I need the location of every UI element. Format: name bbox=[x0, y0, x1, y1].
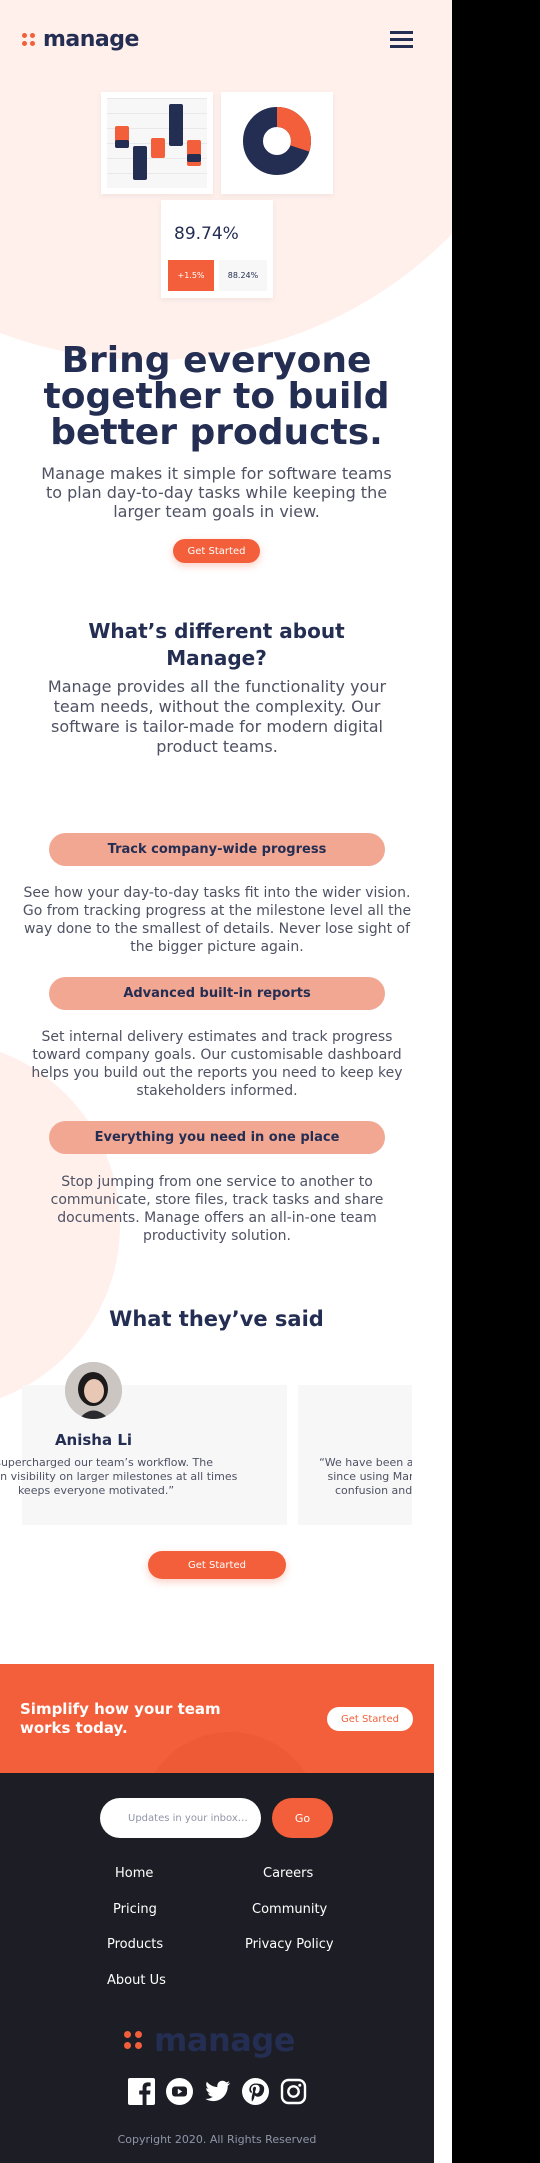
testimonial-quote: s supercharged our team’s workflow. The … bbox=[0, 1456, 238, 1497]
avatar bbox=[65, 1362, 122, 1419]
header-logo[interactable]: manage bbox=[22, 27, 139, 52]
testimonial-card bbox=[22, 1385, 287, 1525]
bar-chart-bar-cap bbox=[115, 140, 129, 148]
footer-link-careers[interactable]: Careers bbox=[263, 1866, 313, 1881]
social-links bbox=[128, 2078, 307, 2105]
hamburger-icon[interactable] bbox=[390, 31, 413, 48]
bar-chart-bar bbox=[133, 146, 147, 180]
instagram-icon[interactable] bbox=[280, 2078, 307, 2105]
footer-link-privacy[interactable]: Privacy Policy bbox=[245, 1937, 334, 1952]
copyright: Copyright 2020. All Rights Reserved bbox=[117, 2133, 317, 2146]
feature-title-3: Everything you need in one place bbox=[49, 1121, 385, 1154]
feature-title-2: Advanced built-in reports bbox=[49, 977, 385, 1010]
cta-band: Simplify how your team works today. Get … bbox=[0, 1664, 434, 1773]
different-title: What’s different about Manage? bbox=[88, 619, 345, 670]
cta-decoration bbox=[140, 1732, 320, 1773]
testimonials-get-started-button[interactable]: Get Started bbox=[148, 1551, 286, 1579]
bar-chart-card bbox=[101, 92, 213, 194]
footer-link-home[interactable]: Home bbox=[115, 1866, 153, 1881]
stat-main: 89.74% bbox=[174, 224, 239, 244]
footer-link-products[interactable]: Products bbox=[107, 1937, 163, 1952]
youtube-icon[interactable] bbox=[166, 2078, 193, 2105]
twitter-icon[interactable] bbox=[204, 2078, 231, 2105]
go-button[interactable]: Go bbox=[272, 1798, 333, 1838]
newsletter-input[interactable] bbox=[100, 1798, 261, 1838]
footer-link-community[interactable]: Community bbox=[252, 1902, 327, 1917]
feature-text-2: Set internal delivery estimates and trac… bbox=[31, 1029, 403, 1099]
logo-mark-icon bbox=[22, 33, 35, 46]
get-started-button[interactable]: Get Started bbox=[173, 539, 260, 563]
stat-delta: +1.5% bbox=[168, 260, 214, 291]
footer-link-about[interactable]: About Us bbox=[107, 1973, 166, 1988]
facebook-icon[interactable] bbox=[128, 2078, 155, 2105]
cta-text: Simplify how your team works today. bbox=[20, 1700, 221, 1737]
logo-text: manage bbox=[43, 27, 139, 52]
feature-title-1: Track company-wide progress bbox=[49, 833, 385, 866]
stat-secondary: 88.24% bbox=[219, 260, 267, 291]
different-text: Manage provides all the functionality yo… bbox=[47, 677, 387, 756]
testimonial-name: Anisha Li bbox=[54, 1431, 133, 1449]
bar-chart-bar bbox=[151, 138, 165, 158]
footer-link-pricing[interactable]: Pricing bbox=[113, 1902, 157, 1917]
testimonials-title: What they’ve said bbox=[109, 1307, 324, 1331]
donut-chart bbox=[243, 107, 311, 175]
footer-logo-mark-icon bbox=[124, 2031, 142, 2049]
stat-card: 89.74% +1.5% 88.24% bbox=[161, 200, 273, 298]
hero-title: Bring everyone together to build better … bbox=[43, 340, 390, 453]
footer: Go Home Pricing Products About Us Career… bbox=[0, 1773, 434, 2163]
page: manage 89.74% +1.5% 88.24% Bring everyon… bbox=[0, 0, 452, 2163]
testimonial-card bbox=[298, 1385, 412, 1525]
pinterest-icon[interactable] bbox=[242, 2078, 269, 2105]
feature-text-3: Stop jumping from one service to another… bbox=[50, 1174, 384, 1244]
bar-chart-bar bbox=[169, 104, 183, 146]
donut-chart-card bbox=[221, 92, 333, 194]
bar-chart-bar-cap bbox=[187, 154, 201, 162]
hero-text: Manage makes it simple for software team… bbox=[41, 464, 392, 521]
bar-chart-area bbox=[107, 98, 207, 188]
bar-chart-bar bbox=[187, 140, 201, 166]
feature-text-1: See how your day-to-day tasks fit into t… bbox=[22, 885, 412, 955]
footer-logo[interactable]: manage bbox=[124, 2021, 295, 2059]
cta-get-started-button[interactable]: Get Started bbox=[327, 1707, 413, 1731]
footer-logo-text: manage bbox=[154, 2021, 295, 2059]
